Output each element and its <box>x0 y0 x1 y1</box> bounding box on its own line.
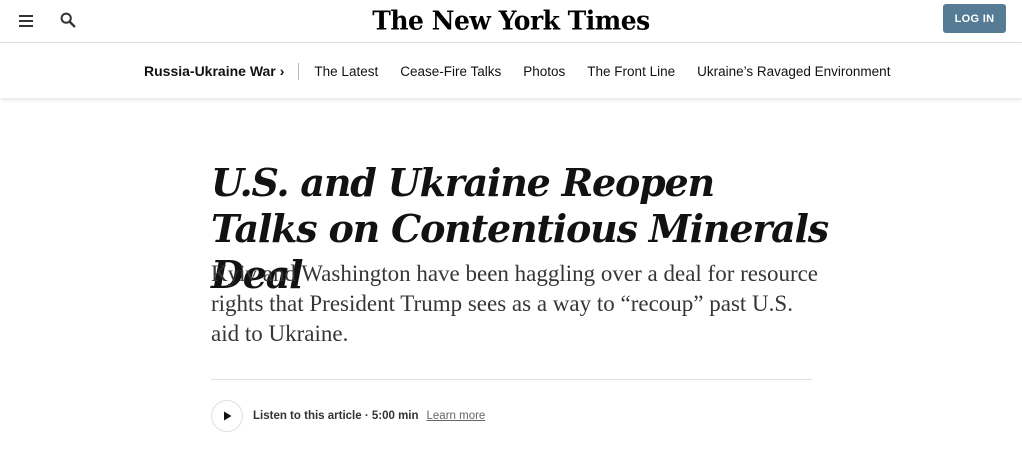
logo-text: The New York Times <box>372 5 650 36</box>
nav-link-ukraines-ravaged-environment[interactable]: Ukraine’s Ravaged Environment <box>697 64 890 79</box>
nav-link-the-latest[interactable]: The Latest <box>314 64 378 79</box>
nav-link-the-front-line[interactable]: The Front Line <box>587 64 675 79</box>
divider-line <box>211 379 812 380</box>
section-label: Russia-Ukraine War <box>144 63 276 79</box>
nav-link-photos[interactable]: Photos <box>523 64 565 79</box>
nav-divider <box>298 62 300 80</box>
section-link-russia-ukraine-war[interactable]: Russia-Ukraine War › <box>144 63 284 79</box>
learn-more-link[interactable]: Learn more <box>427 410 486 422</box>
play-button[interactable] <box>211 400 243 432</box>
nyt-logo[interactable]: The New York Times <box>0 5 1022 36</box>
masthead: The New York Times LOG IN <box>0 0 1022 43</box>
listen-label: Listen to this article · 5:00 min <box>253 410 419 422</box>
nav-link-cease-fire-talks[interactable]: Cease-Fire Talks <box>400 64 501 79</box>
article-summary: Kyiv and Washington have been haggling o… <box>211 261 819 346</box>
listen-to-article-bar: Listen to this article · 5:00 min Learn … <box>211 400 485 432</box>
login-button[interactable]: LOG IN <box>943 4 1006 33</box>
chevron-right-icon: › <box>279 63 285 79</box>
section-nav: Russia-Ukraine War › The Latest Cease-Fi… <box>0 43 1022 98</box>
play-icon <box>224 411 232 421</box>
